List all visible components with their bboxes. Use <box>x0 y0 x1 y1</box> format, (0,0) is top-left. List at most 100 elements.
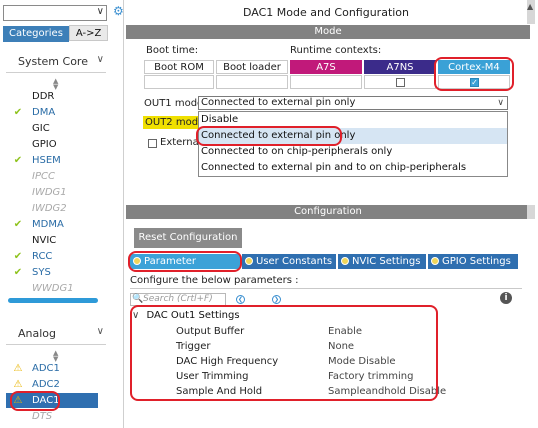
parameter-name: User Trimming <box>176 371 249 382</box>
sidebar-item-label: DTS <box>32 411 53 422</box>
status-dot-icon <box>245 257 253 265</box>
chevron-down-icon[interactable]: ∨ <box>132 310 139 321</box>
expand-next-icon[interactable]: ❯ <box>272 295 281 304</box>
dropdown-option[interactable]: Disable <box>199 112 507 128</box>
parameter-value: None <box>328 341 355 352</box>
search-placeholder: Search (Crtl+F) <box>143 294 213 304</box>
boot-loader-cell <box>216 75 288 89</box>
left-panel: ∨ ⚙ Categories A->Z System Core ∨ ▲ ▼ DDR ✔… <box>0 0 124 428</box>
sidebar-item-label: MDMA <box>32 219 64 230</box>
boot-time-label: Boot time: <box>146 45 199 56</box>
sidebar-item-rcc[interactable]: ✔ RCC <box>6 249 98 264</box>
sidebar-item-label: GIC <box>32 123 50 134</box>
check-icon: ✔ <box>13 155 23 166</box>
sidebar-item-gic[interactable]: GIC <box>6 121 98 136</box>
search-input[interactable]: ∨ <box>3 5 107 21</box>
sidebar-item-nvic[interactable]: NVIC <box>6 233 98 248</box>
sidebar-item-adc2[interactable]: ⚠ ADC2 <box>6 377 98 392</box>
sidebar-item-label: NVIC <box>32 235 57 246</box>
status-dot-icon <box>133 257 141 265</box>
context-boot-rom: Boot ROM <box>144 60 214 74</box>
vertical-scrollbar-config[interactable] <box>527 205 535 219</box>
sidebar-item-dma[interactable]: ✔ DMA <box>6 105 98 120</box>
parameter-name: DAC High Frequency <box>176 356 279 367</box>
sidebar-item-iwdg1[interactable]: IWDG1 <box>6 185 98 200</box>
sidebar-item-label: SYS <box>32 267 51 278</box>
sidebar-item-label: ADC2 <box>32 379 60 390</box>
parameter-name: Sample And Hold <box>176 386 263 397</box>
reset-configuration-button[interactable]: Reset Configuration <box>134 228 242 248</box>
status-dot-icon <box>341 257 349 265</box>
sidebar-item-sys[interactable]: ✔ SYS <box>6 265 98 280</box>
tab-label: User Constants <box>256 256 333 267</box>
tab-gpio-settings[interactable]: GPIO Settings <box>428 254 518 269</box>
boot-rom-cell <box>144 75 214 89</box>
right-panel: DAC1 Mode and Configuration Mode Boot ti… <box>126 0 530 428</box>
sidebar-item-label: IWDG1 <box>32 187 67 198</box>
sidebar-item-adc1[interactable]: ⚠ ADC1 <box>6 361 98 376</box>
out1-mode-dropdown: Disable Connected to external pin only C… <box>198 111 508 177</box>
a7ns-checkbox[interactable] <box>396 78 405 87</box>
out1-mode-value: Connected to external pin only <box>201 97 356 108</box>
window-title: DAC1 Mode and Configuration <box>242 6 410 19</box>
group-system-core[interactable]: System Core ∨ <box>0 50 112 72</box>
parameter-row[interactable]: User Trimming Factory trimming <box>176 369 476 384</box>
sidebar-item-dac1[interactable]: ⚠ DAC1 <box>6 393 98 408</box>
group-title: DAC Out1 Settings <box>146 310 240 321</box>
tab-categories[interactable]: Categories <box>3 26 69 42</box>
tab-label: GPIO Settings <box>442 256 511 267</box>
parameter-group-header[interactable]: ∨ DAC Out1 Settings <box>132 310 240 321</box>
chevron-down-icon[interactable]: ∨ <box>497 97 504 109</box>
sidebar-item-dts[interactable]: DTS <box>6 409 98 424</box>
sidebar-item-mdma[interactable]: ✔ MDMA <box>6 217 98 232</box>
sidebar-item-label: RCC <box>32 251 53 262</box>
left-tabs: Categories A->Z <box>3 25 109 42</box>
parameter-row[interactable]: DAC High Frequency Mode Disable <box>176 354 476 369</box>
out1-mode-select[interactable]: Connected to external pin only ∨ <box>198 96 508 110</box>
divider <box>6 344 106 345</box>
sidebar-item-label: IPCC <box>32 171 55 182</box>
gear-icon[interactable]: ⚙ <box>113 4 124 18</box>
sidebar-item-iwdg2[interactable]: IWDG2 <box>6 201 98 216</box>
configuration-section-header: Configuration <box>126 205 530 219</box>
collapse-prev-icon[interactable]: ❮ <box>236 295 245 304</box>
tab-a-z[interactable]: A->Z <box>68 25 109 41</box>
tab-user-constants[interactable]: User Constants <box>242 254 336 269</box>
parameter-row[interactable]: Sample And Hold Sampleandhold Disable <box>176 384 476 399</box>
horizontal-scrollbar[interactable] <box>8 298 98 303</box>
sidebar-item-label: DMA <box>32 107 56 118</box>
a7s-cell <box>290 75 362 89</box>
sidebar-item-label: DDR <box>32 91 55 102</box>
parameter-search-input[interactable]: 🔍 Search (Crtl+F) <box>130 293 226 306</box>
sidebar-item-gpio[interactable]: GPIO <box>6 137 98 152</box>
runtime-contexts-label: Runtime contexts: <box>290 45 382 56</box>
group-system-core-label: System Core <box>18 55 88 68</box>
parameter-row[interactable]: Output Buffer Enable <box>176 324 476 339</box>
cortex-m4-checkbox[interactable]: ✓ <box>470 78 479 87</box>
sidebar-item-wwdg1[interactable]: WWDG1 <box>6 281 98 296</box>
warning-icon: ⚠ <box>13 379 23 390</box>
parameter-row[interactable]: Trigger None <box>176 339 476 354</box>
dropdown-option-selected[interactable]: Connected to external pin only <box>199 128 507 144</box>
tab-parameter-settings[interactable]: Parameter Settings <box>130 254 240 282</box>
group-analog[interactable]: Analog ∨ <box>0 322 112 344</box>
dropdown-option[interactable]: Connected to external pin and to on chip… <box>199 160 507 176</box>
chevron-down-icon[interactable]: ∨ <box>97 326 104 337</box>
sidebar-item-label: IWDG2 <box>32 203 67 214</box>
sidebar-item-hsem[interactable]: ✔ HSEM <box>6 153 98 168</box>
chevron-down-icon[interactable]: ∨ <box>97 6 104 17</box>
external-checkbox[interactable] <box>148 139 157 148</box>
dropdown-option[interactable]: Connected to on chip-peripherals only <box>199 144 507 160</box>
info-icon[interactable]: i <box>500 292 512 304</box>
sidebar-item-ddr[interactable]: DDR <box>6 89 98 104</box>
chevron-down-icon[interactable]: ∨ <box>97 54 104 65</box>
tab-nvic-settings[interactable]: NVIC Settings <box>338 254 426 269</box>
out2-mode-label: OUT2 mode <box>143 116 207 129</box>
sidebar-item-label: ADC1 <box>32 363 60 374</box>
divider <box>6 72 106 73</box>
external-label: External <box>160 137 202 148</box>
check-icon: ✔ <box>13 107 23 118</box>
sidebar-item-ipcc[interactable]: IPCC <box>6 169 98 184</box>
tab-label: NVIC Settings <box>352 256 421 267</box>
scroll-up-icon[interactable]: ▲ <box>527 2 533 11</box>
